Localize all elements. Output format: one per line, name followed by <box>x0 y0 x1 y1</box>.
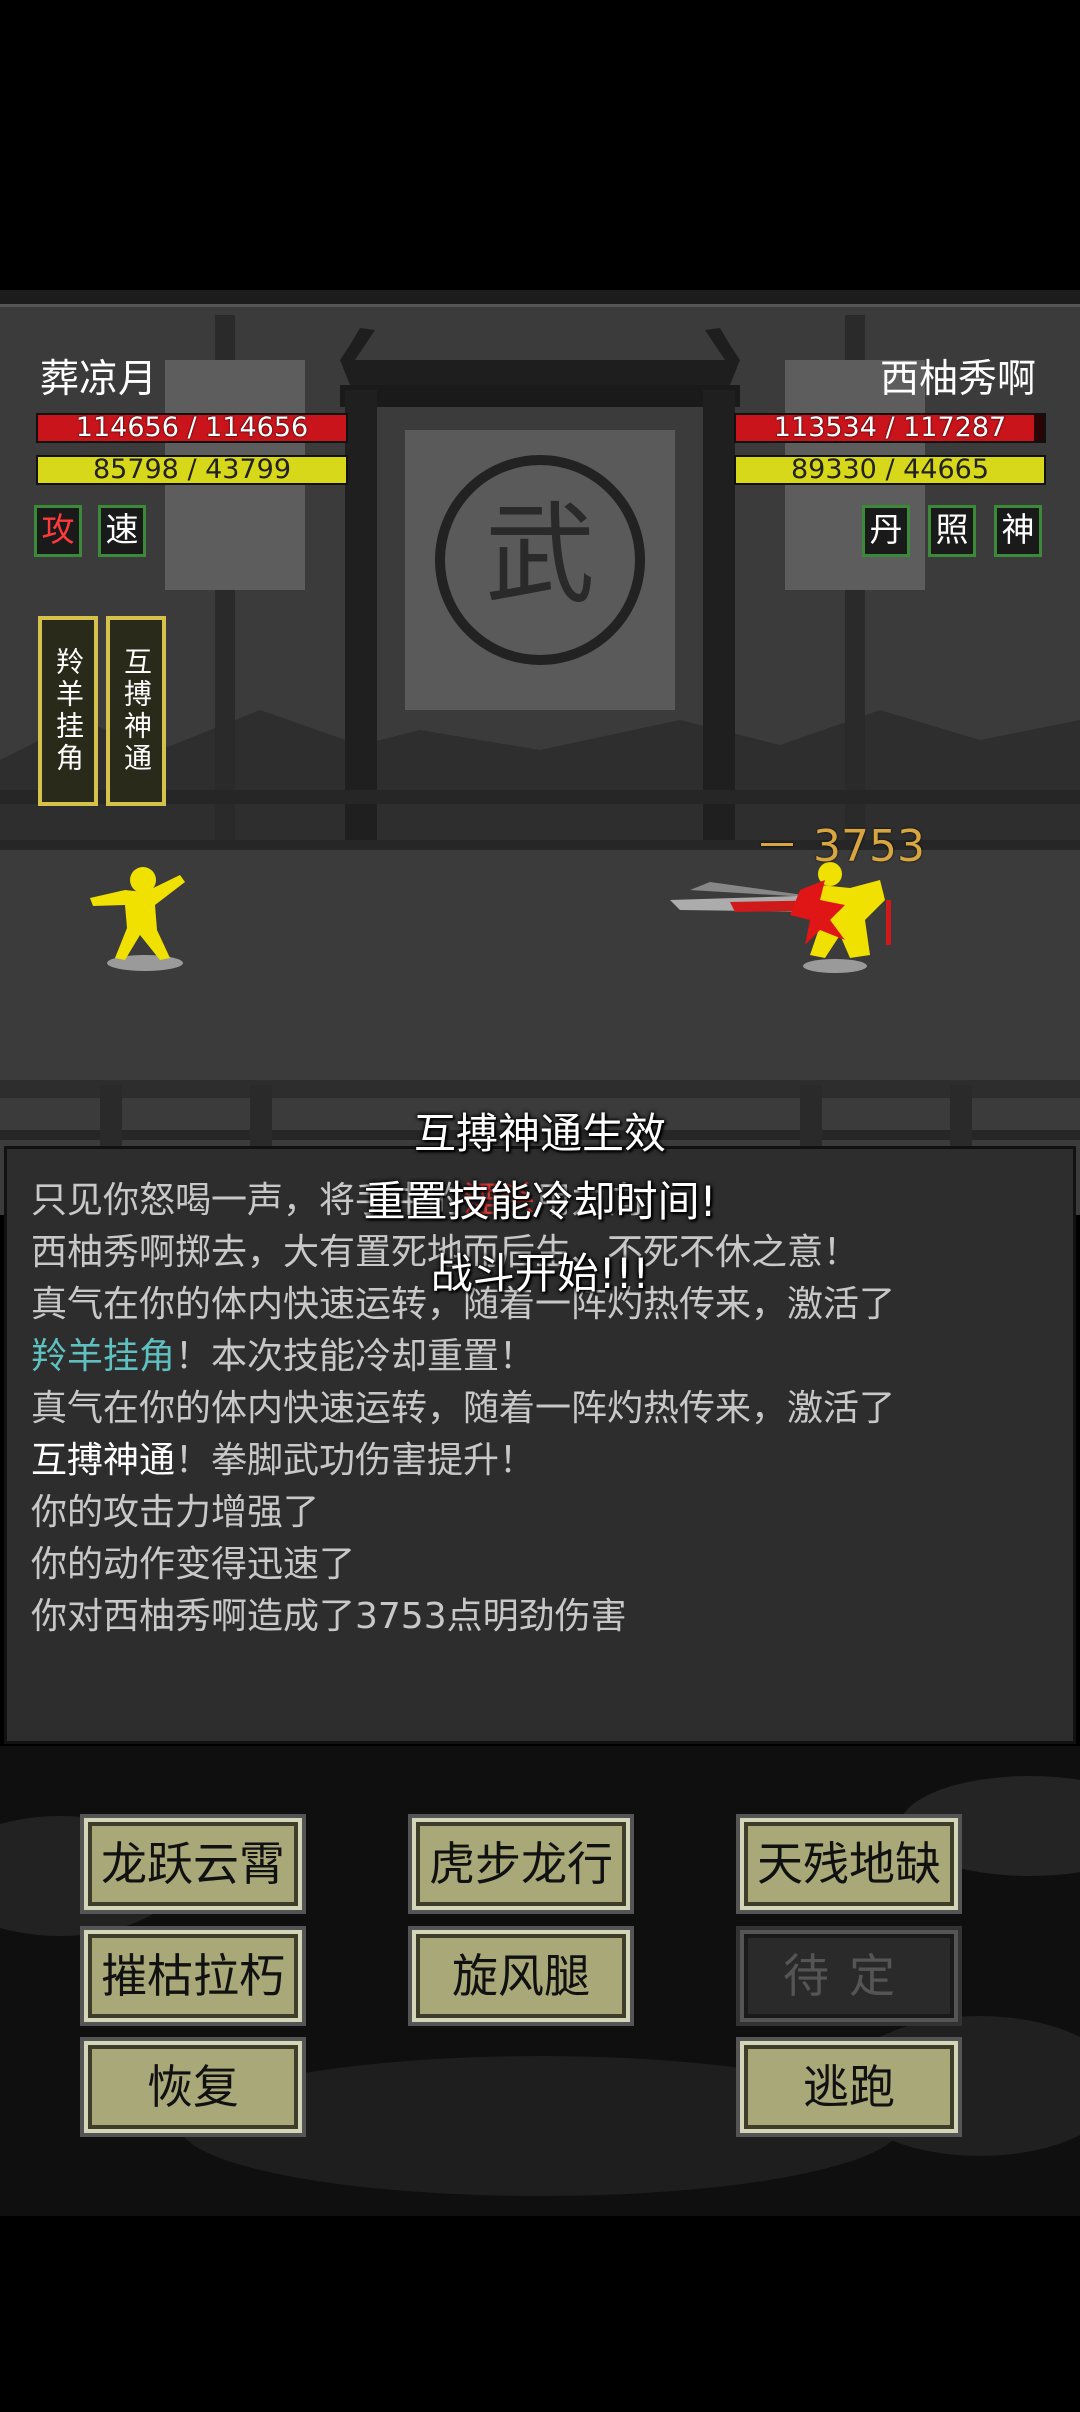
enemy-name: 西柚秀啊 <box>879 357 1036 402</box>
log-line-5: 真气在你的体内快速运转，随着一阵灼热传来，激活了 <box>31 1388 896 1429</box>
enemy-buff-pill[interactable]: 丹 <box>862 505 910 557</box>
player-hp-text: 114656 / 114656 <box>75 413 309 443</box>
overlay-message-3: 战斗开始!!! <box>430 1249 650 1298</box>
log-line-7: 你的攻击力增强了 <box>31 1492 320 1533</box>
damage-popup: － 3753 <box>755 821 925 872</box>
gate-emblem: 武 <box>485 491 595 619</box>
log-line-8: 你的动作变得迅速了 <box>31 1544 356 1585</box>
player-hp-bar: 114656 / 114656 <box>36 413 348 443</box>
player-name: 葬凉月 <box>40 357 158 402</box>
log-line-4: 羚羊挂角！本次技能冷却重置！ <box>31 1336 536 1377</box>
enemy-mp-bar: 89330 / 44665 <box>734 455 1046 485</box>
enemy-mp-text: 89330 / 44665 <box>790 455 990 485</box>
enemy-hp-bar: 113534 / 117287 <box>734 413 1046 443</box>
skill-button-6-pending: 待定 <box>740 1930 958 2022</box>
skill-name: 互搏神通 <box>31 1440 176 1481</box>
active-skill-mutual-combat[interactable]: 互搏神通 <box>106 616 166 806</box>
skill-button-1[interactable]: 龙跃云霄 <box>84 1818 302 1910</box>
player-mp-bar: 85798 / 43799 <box>36 455 348 485</box>
bottom-area <box>0 2216 1080 2412</box>
skill-button-4[interactable]: 摧枯拉朽 <box>84 1930 302 2022</box>
skill-button-2[interactable]: 虎步龙行 <box>412 1818 630 1910</box>
log-line-9: 你对西柚秀啊造成了3753点明劲伤害 <box>31 1596 627 1637</box>
player-mp-text: 85798 / 43799 <box>92 455 292 485</box>
escape-button[interactable]: 逃跑 <box>740 2041 958 2133</box>
enemy-fighter <box>670 862 891 973</box>
skill-button-3[interactable]: 天残地缺 <box>740 1818 958 1910</box>
log-line-6: 互搏神通！拳脚武功伤害提升！ <box>31 1440 536 1481</box>
skill-button-5[interactable]: 旋风腿 <box>412 1930 630 2022</box>
player-fighter <box>90 867 185 971</box>
overlay-message-1: 互搏神通生效 <box>413 1109 666 1158</box>
player-buff-speed[interactable]: 速 <box>98 505 146 557</box>
enemy-buff-spirit[interactable]: 神 <box>994 505 1042 557</box>
player-buff-attack[interactable]: 攻 <box>34 505 82 557</box>
recover-button[interactable]: 恢复 <box>84 2041 302 2133</box>
skill-name: 羚羊挂角 <box>31 1336 176 1377</box>
active-skill-antelope[interactable]: 羚羊挂角 <box>38 616 98 806</box>
enemy-buff-shine[interactable]: 照 <box>928 505 976 557</box>
enemy-hp-text: 113534 / 117287 <box>773 413 1007 443</box>
battle-log[interactable]: 只见你怒喝一声，将手中的湮杀用力向 西柚秀啊掷去，大有置死地而后生、不死不休之意… <box>4 1146 1076 1744</box>
overlay-message-2: 重置技能冷却时间! <box>363 1177 717 1226</box>
